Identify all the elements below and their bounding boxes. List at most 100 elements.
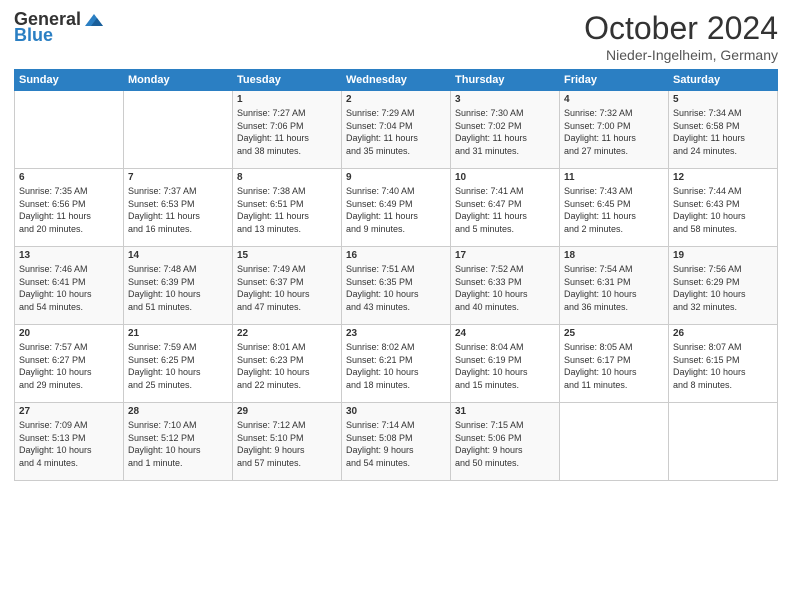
day-detail: Sunrise: 7:51 AM Sunset: 6:35 PM Dayligh… [346,263,446,313]
week-row-4: 20Sunrise: 7:57 AM Sunset: 6:27 PM Dayli… [15,325,778,403]
day-cell [560,403,669,481]
day-cell: 18 Sunrise: 7:54 AM Sunset: 6:31 PM Dayli… [560,247,669,325]
day-number: 27 [19,406,119,417]
week-row-3: 13 Sunrise: 7:46 AM Sunset: 6:41 PM Dayli… [15,247,778,325]
week-row-1: 1 Sunrise: 7:27 AM Sunset: 7:06 PM Daylig… [15,91,778,169]
day-number: 24 [455,328,555,339]
col-header-wednesday: Wednesday [342,70,451,91]
day-number: 7 [128,172,228,183]
day-detail: Sunrise: 7:32 AM Sunset: 7:00 PM Dayligh… [564,107,664,157]
day-cell: 16 Sunrise: 7:51 AM Sunset: 6:35 PM Dayli… [342,247,451,325]
day-number: 23 [346,328,446,339]
day-detail: Sunrise: 7:43 AM Sunset: 6:45 PM Dayligh… [564,185,664,235]
title-block: October 2024 Nieder-Ingelheim, Germany [584,10,778,63]
day-detail: Sunrise: 7:30 AM Sunset: 7:02 PM Dayligh… [455,107,555,157]
location-title: Nieder-Ingelheim, Germany [584,47,778,63]
day-number: 20 [19,328,119,339]
day-number: 10 [455,172,555,183]
day-detail: Sunrise: 7:14 AM Sunset: 5:08 PM Dayligh… [346,419,446,469]
day-detail: Sunrise: 7:56 AM Sunset: 6:29 PM Dayligh… [673,263,773,313]
day-detail: Sunrise: 7:44 AM Sunset: 6:43 PM Dayligh… [673,185,773,235]
day-number: 18 [564,250,664,261]
day-cell: 14Sunrise: 7:48 AM Sunset: 6:39 PM Dayli… [124,247,233,325]
day-number: 16 [346,250,446,261]
day-cell: 31 Sunrise: 7:15 AM Sunset: 5:06 PM Dayli… [451,403,560,481]
day-number: 19 [673,250,773,261]
day-detail: Sunrise: 7:54 AM Sunset: 6:31 PM Dayligh… [564,263,664,313]
day-cell: 29Sunrise: 7:12 AM Sunset: 5:10 PM Dayli… [233,403,342,481]
col-header-sunday: Sunday [15,70,124,91]
day-detail: Sunrise: 7:41 AM Sunset: 6:47 PM Dayligh… [455,185,555,235]
day-cell: 2 Sunrise: 7:29 AM Sunset: 7:04 PM Daylig… [342,91,451,169]
week-row-2: 6 Sunrise: 7:35 AM Sunset: 6:56 PM Daylig… [15,169,778,247]
day-detail: Sunrise: 8:07 AM Sunset: 6:15 PM Dayligh… [673,341,773,391]
logo: General Blue [14,10,105,46]
day-detail: Sunrise: 8:04 AM Sunset: 6:19 PM Dayligh… [455,341,555,391]
day-cell: 22 Sunrise: 8:01 AM Sunset: 6:23 PM Dayli… [233,325,342,403]
day-detail: Sunrise: 8:05 AM Sunset: 6:17 PM Dayligh… [564,341,664,391]
header-row: SundayMondayTuesdayWednesdayThursdayFrid… [15,70,778,91]
day-cell: 17 Sunrise: 7:52 AM Sunset: 6:33 PM Dayli… [451,247,560,325]
day-detail: Sunrise: 7:59 AM Sunset: 6:25 PM Dayligh… [128,341,228,391]
col-header-friday: Friday [560,70,669,91]
month-title: October 2024 [584,10,778,47]
day-cell: 10 Sunrise: 7:41 AM Sunset: 6:47 PM Dayli… [451,169,560,247]
day-detail: Sunrise: 7:15 AM Sunset: 5:06 PM Dayligh… [455,419,555,469]
day-number: 12 [673,172,773,183]
day-cell: 1 Sunrise: 7:27 AM Sunset: 7:06 PM Daylig… [233,91,342,169]
day-number: 29 [237,406,337,417]
col-header-saturday: Saturday [669,70,778,91]
day-cell: 6 Sunrise: 7:35 AM Sunset: 6:56 PM Daylig… [15,169,124,247]
day-number: 1 [237,94,337,105]
day-cell: 4 Sunrise: 7:32 AM Sunset: 7:00 PM Daylig… [560,91,669,169]
col-header-tuesday: Tuesday [233,70,342,91]
day-cell: 23 Sunrise: 8:02 AM Sunset: 6:21 PM Dayli… [342,325,451,403]
day-cell: 28Sunrise: 7:10 AM Sunset: 5:12 PM Dayli… [124,403,233,481]
day-detail: Sunrise: 7:46 AM Sunset: 6:41 PM Dayligh… [19,263,119,313]
day-number: 5 [673,94,773,105]
header: General Blue October 2024 Nieder-Ingelhe… [14,10,778,63]
day-number: 6 [19,172,119,183]
logo-blue: Blue [14,26,53,46]
day-number: 3 [455,94,555,105]
day-detail: Sunrise: 7:09 AM Sunset: 5:13 PM Dayligh… [19,419,119,469]
logo-icon [83,12,105,28]
day-number: 31 [455,406,555,417]
day-number: 17 [455,250,555,261]
day-number: 13 [19,250,119,261]
day-number: 22 [237,328,337,339]
day-cell: 24 Sunrise: 8:04 AM Sunset: 6:19 PM Dayli… [451,325,560,403]
day-cell: 13 Sunrise: 7:46 AM Sunset: 6:41 PM Dayli… [15,247,124,325]
day-number: 15 [237,250,337,261]
day-number: 11 [564,172,664,183]
day-detail: Sunrise: 8:02 AM Sunset: 6:21 PM Dayligh… [346,341,446,391]
day-detail: Sunrise: 7:27 AM Sunset: 7:06 PM Dayligh… [237,107,337,157]
day-detail: Sunrise: 7:34 AM Sunset: 6:58 PM Dayligh… [673,107,773,157]
day-detail: Sunrise: 8:01 AM Sunset: 6:23 PM Dayligh… [237,341,337,391]
day-cell: 19 Sunrise: 7:56 AM Sunset: 6:29 PM Dayli… [669,247,778,325]
day-cell: 15Sunrise: 7:49 AM Sunset: 6:37 PM Dayli… [233,247,342,325]
page-container: General Blue October 2024 Nieder-Ingelhe… [0,0,792,489]
day-detail: Sunrise: 7:35 AM Sunset: 6:56 PM Dayligh… [19,185,119,235]
day-number: 4 [564,94,664,105]
day-cell: 11 Sunrise: 7:43 AM Sunset: 6:45 PM Dayli… [560,169,669,247]
day-cell: 7 Sunrise: 7:37 AM Sunset: 6:53 PM Daylig… [124,169,233,247]
day-cell: 30Sunrise: 7:14 AM Sunset: 5:08 PM Dayli… [342,403,451,481]
day-cell [669,403,778,481]
day-cell [15,91,124,169]
week-row-5: 27 Sunrise: 7:09 AM Sunset: 5:13 PM Dayli… [15,403,778,481]
day-number: 21 [128,328,228,339]
day-cell: 20Sunrise: 7:57 AM Sunset: 6:27 PM Dayli… [15,325,124,403]
day-detail: Sunrise: 7:37 AM Sunset: 6:53 PM Dayligh… [128,185,228,235]
day-number: 25 [564,328,664,339]
day-detail: Sunrise: 7:29 AM Sunset: 7:04 PM Dayligh… [346,107,446,157]
day-cell: 25 Sunrise: 8:05 AM Sunset: 6:17 PM Dayli… [560,325,669,403]
day-number: 8 [237,172,337,183]
day-cell: 27 Sunrise: 7:09 AM Sunset: 5:13 PM Dayli… [15,403,124,481]
day-number: 2 [346,94,446,105]
day-cell: 5 Sunrise: 7:34 AM Sunset: 6:58 PM Daylig… [669,91,778,169]
day-detail: Sunrise: 7:52 AM Sunset: 6:33 PM Dayligh… [455,263,555,313]
calendar-table: SundayMondayTuesdayWednesdayThursdayFrid… [14,69,778,481]
day-detail: Sunrise: 7:38 AM Sunset: 6:51 PM Dayligh… [237,185,337,235]
day-cell: 26Sunrise: 8:07 AM Sunset: 6:15 PM Dayli… [669,325,778,403]
